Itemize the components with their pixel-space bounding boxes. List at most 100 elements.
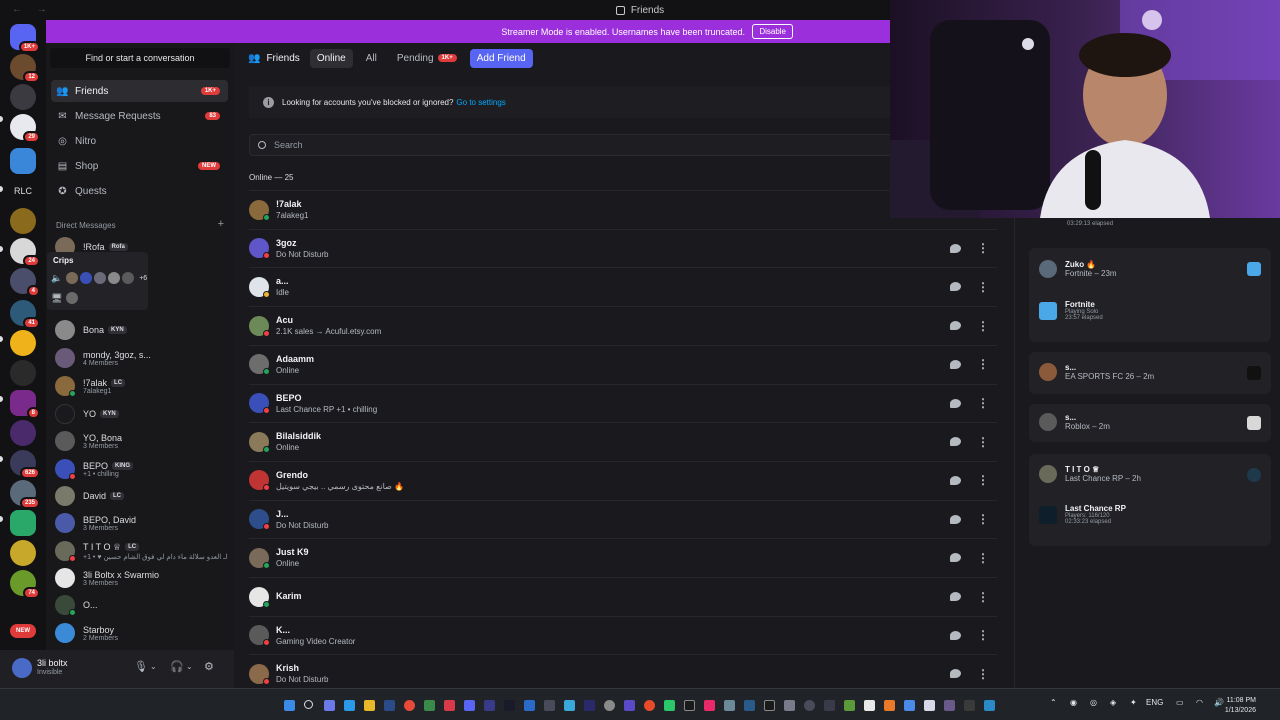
server-icon[interactable] — [10, 208, 36, 234]
more-options-icon[interactable]: ⋮ — [977, 357, 989, 371]
more-options-icon[interactable]: ⋮ — [977, 512, 989, 526]
friend-row[interactable]: a... Idle ⋮ — [249, 267, 997, 305]
more-options-icon[interactable]: ⋮ — [977, 241, 989, 255]
friend-row[interactable]: Grendo صانع محتوى رسمي .. بيجي سويتيل 🔥 ⋮ — [249, 460, 997, 499]
nav-shop[interactable]: ▤ Shop NEW — [51, 155, 228, 177]
message-icon[interactable] — [950, 669, 961, 679]
server-icon[interactable]: 235 — [10, 480, 40, 509]
app-icon[interactable] — [544, 700, 555, 711]
user-avatar[interactable] — [12, 658, 32, 678]
dm-item[interactable]: Starboy 2 Members — [51, 620, 228, 646]
search-icon[interactable] — [304, 700, 313, 709]
server-icon[interactable] — [10, 360, 36, 386]
tray-icon[interactable]: ✦ — [1130, 698, 1137, 707]
nav-message-requests[interactable]: ✉ Message Requests 83 — [51, 105, 228, 127]
friend-row[interactable]: !7alak 7alakeg1 — [249, 190, 997, 228]
server-icon[interactable]: 626 — [10, 450, 40, 479]
friend-row[interactable]: Krish Do Not Disturb ⋮ — [249, 654, 997, 692]
more-options-icon[interactable]: ⋮ — [977, 396, 989, 410]
dm-item[interactable]: 3li Boltx x Swarmio 3 Members — [51, 565, 228, 591]
add-friend-button[interactable]: Add Friend — [469, 48, 533, 68]
server-icon[interactable]: 4 — [10, 268, 40, 297]
message-icon[interactable] — [950, 321, 961, 331]
edge-icon[interactable] — [344, 700, 355, 711]
friend-row[interactable]: Bilalsiddik Online ⋮ — [249, 422, 997, 460]
nvidia-icon[interactable] — [844, 700, 855, 711]
message-icon[interactable] — [950, 630, 961, 640]
dm-item[interactable]: YO KYN — [51, 401, 228, 427]
server-icon[interactable]: 12 — [10, 54, 40, 83]
message-icon[interactable] — [950, 475, 961, 485]
server-icon[interactable] — [10, 420, 36, 446]
nav-quests[interactable]: ✪ Quests — [51, 180, 228, 202]
server-icon[interactable] — [10, 148, 36, 174]
chevron-up-icon[interactable]: ⌃ — [1050, 698, 1057, 707]
app-icon[interactable] — [704, 700, 715, 711]
dm-item[interactable]: O... — [51, 592, 228, 618]
app-icon[interactable] — [524, 700, 535, 711]
server-icon[interactable]: RLC — [10, 178, 36, 204]
server-icon[interactable]: 24 — [10, 238, 40, 267]
app-icon[interactable] — [444, 700, 455, 711]
language-indicator[interactable]: ENG — [1146, 698, 1163, 707]
app-icon[interactable] — [324, 700, 335, 711]
server-icon[interactable]: 74 — [10, 570, 40, 599]
app-icon[interactable] — [564, 700, 575, 711]
app-icon[interactable] — [904, 700, 915, 711]
server-icon[interactable]: 8 — [10, 390, 40, 419]
app-icon[interactable] — [964, 700, 975, 711]
more-options-icon[interactable]: ⋮ — [977, 667, 989, 681]
message-icon[interactable] — [950, 514, 961, 524]
app-icon[interactable] — [944, 700, 955, 711]
app-icon[interactable] — [924, 700, 935, 711]
friend-row[interactable]: Acu 2.1K sales → Acuful.etsy.com ⋮ — [249, 306, 997, 344]
app-icon[interactable] — [864, 700, 875, 711]
app-icon[interactable] — [684, 700, 695, 711]
steam-tray-icon[interactable]: ◈ — [1110, 698, 1116, 707]
app-icon[interactable] — [824, 700, 835, 711]
nav-friends[interactable]: 👥 Friends 1K+ — [51, 80, 228, 102]
message-icon[interactable] — [950, 437, 961, 447]
friend-row[interactable]: Karim ⋮ — [249, 577, 997, 615]
message-icon[interactable] — [950, 282, 961, 292]
app-icon[interactable] — [624, 700, 635, 711]
activity-card[interactable]: T I T O ♕ Last Chance RP – 2h Last Chance… — [1029, 454, 1271, 546]
server-icon[interactable]: 41 — [10, 300, 40, 329]
disable-streamer-mode-button[interactable]: Disable — [752, 24, 793, 39]
headphones-icon[interactable]: 🎧 — [170, 660, 184, 673]
dm-item[interactable]: Bona KYN — [51, 317, 228, 343]
friend-row[interactable]: K... Gaming Video Creator ⋮ — [249, 615, 997, 654]
server-icon[interactable] — [10, 510, 36, 536]
server-icon[interactable]: 29 — [10, 114, 40, 143]
dm-item[interactable]: BEPO, David 3 Members — [51, 510, 228, 536]
system-clock[interactable]: 11:08 PM 1/13/2026 — [1225, 696, 1256, 716]
app-icon[interactable] — [724, 700, 735, 711]
discord-home-icon[interactable]: 1K+ — [10, 24, 40, 53]
app-icon[interactable] — [424, 700, 435, 711]
app-icon[interactable] — [604, 700, 615, 711]
chevron-down-icon[interactable]: ⌄ — [150, 662, 157, 671]
dm-item[interactable]: !7alak LC 7alakeg1 — [51, 373, 228, 399]
history-nav[interactable]: ← → — [12, 4, 53, 15]
go-to-settings-link[interactable]: Go to settings — [456, 98, 505, 107]
friend-row[interactable]: J... Do Not Disturb ⋮ — [249, 499, 997, 538]
server-icon[interactable] — [10, 84, 36, 110]
friend-row[interactable]: Adaamm Online ⋮ — [249, 344, 997, 383]
activity-card[interactable]: Zuko 🔥 Fortnite – 23m Fortnite Playing Sol… — [1029, 248, 1271, 342]
app-icon[interactable] — [984, 700, 995, 711]
tiktok-icon[interactable] — [764, 700, 775, 711]
chevron-down-icon[interactable]: ⌄ — [186, 662, 193, 671]
app-icon[interactable] — [664, 700, 675, 711]
app-icon[interactable] — [804, 700, 815, 711]
folder-icon[interactable] — [364, 700, 375, 711]
tray-icon[interactable]: ◎ — [1090, 698, 1097, 707]
start-icon[interactable] — [284, 700, 295, 711]
message-icon[interactable] — [950, 398, 961, 408]
dm-item[interactable]: BEPO KING +1 • chilling — [51, 456, 228, 482]
friend-row[interactable]: Just K9 Online ⋮ — [249, 538, 997, 576]
discord-tray-icon[interactable]: ◉ — [1070, 698, 1077, 707]
chrome-icon[interactable] — [404, 700, 415, 711]
friend-row[interactable]: BEPO Last Chance RP +1 • chilling ⋮ — [249, 383, 997, 422]
app-icon[interactable] — [384, 700, 395, 711]
display-icon[interactable]: ▭ — [1176, 698, 1184, 707]
